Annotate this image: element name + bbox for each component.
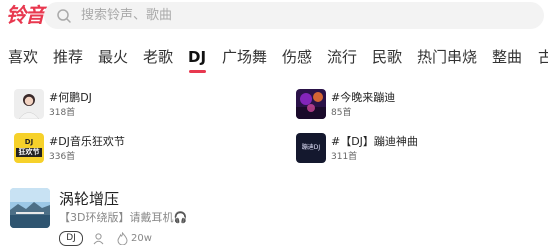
search-placeholder: 搜索铃声、歌曲 — [81, 8, 173, 23]
playlist-count: 85首 — [331, 108, 352, 118]
tab-square-dance[interactable]: 广场舞 — [222, 47, 267, 67]
fire-icon — [117, 232, 128, 245]
thumbnail-text: 蹦迪DJ — [301, 144, 321, 151]
tab-folk[interactable]: 民歌 — [372, 47, 402, 67]
playlist-title: #何鹏DJ — [49, 91, 92, 104]
tab-likes[interactable]: 喜欢 — [8, 47, 38, 67]
playlist-thumbnail — [296, 89, 326, 119]
playlist-card[interactable]: #今晚来蹦迪 85首 — [296, 89, 546, 121]
dj-badge: DJ — [59, 231, 83, 246]
playlist-count: 336首 — [49, 152, 76, 162]
song-cover — [10, 188, 50, 228]
playlist-card[interactable]: DJ 狂欢节 #DJ音乐狂欢节 336首 — [14, 133, 264, 165]
tab-full-song[interactable]: 整曲 — [492, 47, 522, 67]
app-logo[interactable]: 铃音 — [6, 4, 45, 26]
playlist-card[interactable]: #何鹏DJ 318首 — [14, 89, 264, 121]
tab-ancient[interactable]: 古 — [538, 47, 548, 67]
active-tab-indicator — [189, 70, 206, 73]
tab-oldies[interactable]: 老歌 — [143, 47, 173, 67]
playlist-title: #DJ音乐狂欢节 — [49, 135, 125, 148]
playlist-card[interactable]: 蹦迪DJ #【DJ】蹦迪神曲 311首 — [296, 133, 546, 165]
play-count: 20w — [131, 233, 152, 244]
song-subtitle: 【3D环绕版】请戴耳机🎧 — [59, 211, 188, 224]
song-title: 涡轮增压 — [59, 190, 120, 208]
playlist-thumbnail — [14, 89, 44, 119]
search-icon — [57, 9, 71, 23]
tab-hot-medley[interactable]: 热门串烧 — [417, 47, 477, 67]
tab-hottest[interactable]: 最火 — [98, 47, 128, 67]
playlist-count: 318首 — [49, 108, 76, 118]
search-bar[interactable]: 搜索铃声、歌曲 — [44, 2, 544, 29]
playlist-title: #今晚来蹦迪 — [331, 91, 396, 104]
tab-pop[interactable]: 流行 — [327, 47, 357, 67]
tab-sad[interactable]: 伤感 — [282, 47, 312, 67]
header: 铃音 搜索铃声、歌曲 — [0, 0, 548, 34]
playlist-title: #【DJ】蹦迪神曲 — [331, 135, 418, 148]
playlist-count: 311首 — [331, 152, 358, 162]
playlist-thumbnail: DJ 狂欢节 — [14, 133, 44, 163]
user-icon — [93, 233, 104, 245]
tab-dj[interactable]: DJ — [188, 47, 206, 67]
song-item[interactable]: 涡轮增压 【3D环绕版】请戴耳机🎧 DJ 20w — [10, 188, 540, 248]
playlist-thumbnail: 蹦迪DJ — [296, 133, 326, 163]
tab-recommend[interactable]: 推荐 — [53, 47, 83, 67]
thumbnail-text: 狂欢节 — [16, 148, 42, 157]
thumbnail-text: DJ — [24, 138, 34, 146]
category-tabs: 喜欢 推荐 最火 老歌 DJ 广场舞 伤感 流行 民歌 热门串烧 整曲 古 — [0, 42, 548, 74]
